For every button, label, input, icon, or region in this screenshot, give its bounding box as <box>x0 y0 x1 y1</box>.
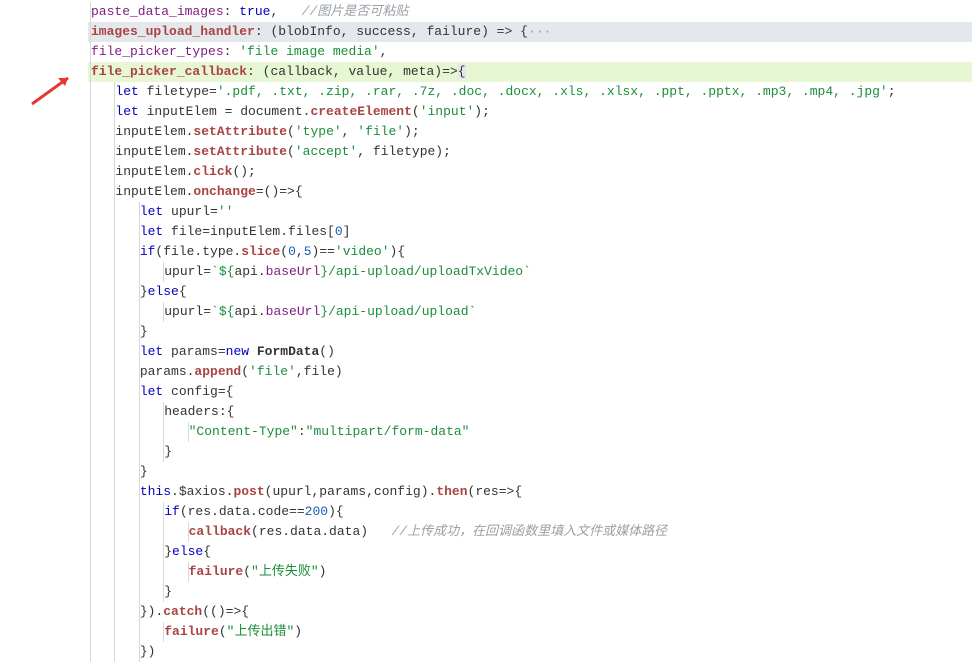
code-line: if(file.type.slice(0,5)=='video'){ <box>88 242 972 262</box>
code-line: } <box>88 582 972 602</box>
code-line: this.$axios.post(upurl,params,config).th… <box>88 482 972 502</box>
code-line: }else{ <box>88 282 972 302</box>
code-line: let config={ <box>88 382 972 402</box>
code-line: failure("上传出错") <box>88 622 972 642</box>
code-line: headers:{ <box>88 402 972 422</box>
code-line: failure("上传失败") <box>88 562 972 582</box>
code-line: let upurl='' <box>88 202 972 222</box>
code-line: inputElem.click(); <box>88 162 972 182</box>
code-line: let params=new FormData() <box>88 342 972 362</box>
code-line: if(res.data.code==200){ <box>88 502 972 522</box>
code-line: upurl=`${api.baseUrl}/api-upload/upload` <box>88 302 972 322</box>
code-line: images_upload_handler: (blobInfo, succes… <box>88 22 972 42</box>
code-line: file_picker_types: 'file image media', <box>88 42 972 62</box>
arrow-annotation-icon <box>28 72 76 108</box>
code-line: inputElem.setAttribute('type', 'file'); <box>88 122 972 142</box>
code-line: inputElem.onchange=()=>{ <box>88 182 972 202</box>
code-line: } <box>88 322 972 342</box>
code-line: inputElem.setAttribute('accept', filetyp… <box>88 142 972 162</box>
code-line: callback(res.data.data) //上传成功，在回调函数里填入文… <box>88 522 972 542</box>
code-line: }) <box>88 642 972 662</box>
code-line: "Content-Type":"multipart/form-data" <box>88 422 972 442</box>
code-line: upurl=`${api.baseUrl}/api-upload/uploadT… <box>88 262 972 282</box>
code-editor[interactable]: paste_data_images: true, //图片是否可粘贴 image… <box>0 0 972 662</box>
code-line: }else{ <box>88 542 972 562</box>
code-line: }).catch(()=>{ <box>88 602 972 622</box>
code-line: } <box>88 442 972 462</box>
code-line: params.append('file',file) <box>88 362 972 382</box>
code-line: let file=inputElem.files[0] <box>88 222 972 242</box>
code-line: file_picker_callback: (callback, value, … <box>88 62 972 82</box>
code-line: paste_data_images: true, //图片是否可粘贴 <box>88 2 972 22</box>
code-line: let inputElem = document.createElement('… <box>88 102 972 122</box>
code-line: } <box>88 462 972 482</box>
code-line: let filetype='.pdf, .txt, .zip, .rar, .7… <box>88 82 972 102</box>
